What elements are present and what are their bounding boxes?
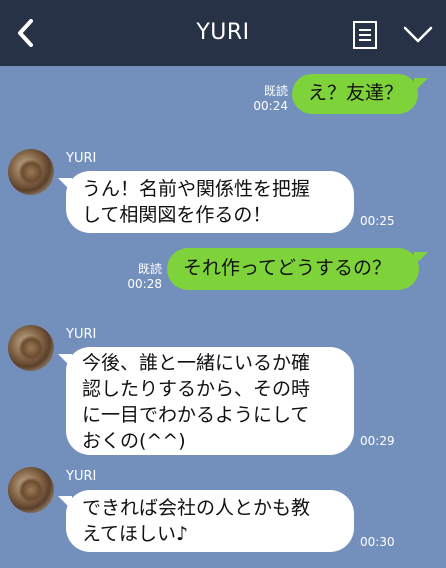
sender-name: YURI bbox=[66, 327, 97, 342]
message-text: それ作ってどうするの？ bbox=[183, 257, 392, 279]
message-time: 00:28 bbox=[127, 277, 162, 291]
message-text: できれば会社の人とかも教 えてほしい♪ bbox=[82, 497, 311, 545]
message-text: 今後、誰と一緒にいるか確 認したりするから、その時 に一目でわかるようにして お… bbox=[82, 352, 311, 452]
notes-icon bbox=[353, 21, 377, 49]
chevron-down-icon bbox=[403, 26, 433, 43]
sender-name: YURI bbox=[66, 151, 97, 166]
message-bubble[interactable]: うん！名前や関係性を把握 して相関図を作るの！ bbox=[66, 171, 354, 233]
message-meta: 既読 00:28 bbox=[104, 262, 162, 292]
chat-header: YURI bbox=[0, 0, 446, 66]
message-time: 00:30 bbox=[360, 535, 395, 549]
message-bubble[interactable]: え？友達？ bbox=[292, 74, 418, 114]
notes-button[interactable] bbox=[352, 20, 378, 50]
message-bubble[interactable]: 今後、誰と一緒にいるか確 認したりするから、その時 に一目でわかるようにして お… bbox=[66, 347, 354, 455]
avatar[interactable] bbox=[8, 325, 54, 371]
message-meta: 既読 00:24 bbox=[230, 84, 288, 114]
bubble-tail bbox=[414, 78, 428, 92]
message-time: 00:29 bbox=[360, 434, 395, 448]
avatar[interactable] bbox=[8, 467, 54, 513]
bubble-tail bbox=[414, 252, 428, 266]
read-receipt: 既読 bbox=[137, 262, 162, 276]
message-text: うん！名前や関係性を把握 して相関図を作るの！ bbox=[82, 178, 311, 226]
read-receipt: 既読 bbox=[263, 84, 288, 98]
message-bubble[interactable]: できれば会社の人とかも教 えてほしい♪ bbox=[66, 490, 354, 552]
menu-toggle-button[interactable] bbox=[402, 24, 434, 46]
message-bubble[interactable]: それ作ってどうするの？ bbox=[167, 248, 419, 290]
avatar[interactable] bbox=[8, 149, 54, 195]
chat-title: YURI bbox=[196, 20, 250, 45]
message-time: 00:24 bbox=[253, 99, 288, 113]
message-text: え？友達？ bbox=[308, 82, 404, 104]
sender-name: YURI bbox=[66, 469, 97, 484]
message-time: 00:25 bbox=[360, 214, 395, 228]
